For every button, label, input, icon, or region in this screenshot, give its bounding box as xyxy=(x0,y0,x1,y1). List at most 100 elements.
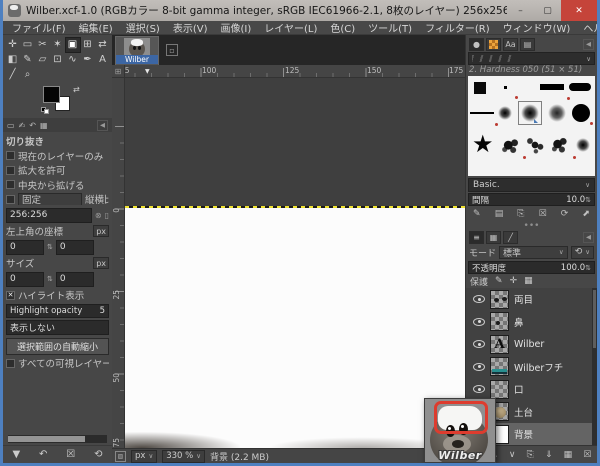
open-brush-icon[interactable]: ⬈ xyxy=(582,209,590,219)
brush-hardness-075[interactable] xyxy=(548,104,566,122)
image-tab-icon[interactable]: ▦ xyxy=(40,121,48,130)
quick-mask-toggle-icon[interactable]: ▨ xyxy=(115,451,126,462)
layer-row-wilber[interactable]: A Wilber xyxy=(466,333,597,356)
visibility-eye-icon[interactable] xyxy=(473,363,485,371)
option-highlight[interactable]: ✕ ハイライト表示 xyxy=(6,289,109,301)
paths-tool-icon[interactable]: ╱ xyxy=(6,68,20,82)
highlight-opacity-slider[interactable]: Highlight opacity 5 xyxy=(6,304,109,318)
size-y-input[interactable]: 0 xyxy=(56,272,94,287)
layer-row-eyes[interactable]: 両目 xyxy=(466,288,597,311)
menu-help[interactable]: ヘルプ(H) xyxy=(583,20,600,35)
refresh-brushes-icon[interactable]: ⟳ xyxy=(561,209,569,219)
bucket-fill-tool-icon[interactable]: ◧ xyxy=(6,53,20,67)
foreground-color-swatch[interactable] xyxy=(43,86,60,103)
undo-history-tab-icon[interactable]: ↶ xyxy=(29,121,36,130)
default-colors-icon[interactable] xyxy=(41,107,50,114)
portrait-landscape-icon[interactable]: ▯ xyxy=(105,211,109,220)
layer-opacity-slider[interactable]: 不透明度 100.0 ⇅ xyxy=(468,261,595,274)
lock-pixels-icon[interactable]: ✎ xyxy=(495,276,503,286)
tool-options-hscrollbar[interactable] xyxy=(8,435,107,443)
duplicate-brush-icon[interactable]: ⎘ xyxy=(517,209,524,219)
fuzzy-select-tool-icon[interactable]: ✶ xyxy=(51,38,65,52)
channels-tab[interactable]: ▦ xyxy=(486,231,501,244)
menu-tools[interactable]: ツール(T) xyxy=(368,20,412,35)
position-unit-dropdown[interactable]: px xyxy=(93,225,109,237)
menu-file[interactable]: ファイル(F) xyxy=(12,20,66,35)
viewport-rectangle[interactable] xyxy=(434,401,488,434)
smudge-tool-icon[interactable]: ∿ xyxy=(66,53,80,67)
position-y-input[interactable]: 0 xyxy=(56,240,94,255)
patterns-tab[interactable] xyxy=(486,38,501,51)
size-unit-dropdown[interactable]: px xyxy=(93,257,109,269)
dock-splitter[interactable]: ••• xyxy=(466,222,597,229)
guides-dropdown[interactable]: 表示しない xyxy=(6,320,109,335)
zoom-dropdown[interactable]: 330 %∨ xyxy=(162,450,205,463)
layer-thumbnail[interactable] xyxy=(490,312,509,331)
mode-dropdown[interactable]: 標準∨ xyxy=(499,246,568,259)
spinner-icon[interactable]: ⇅ xyxy=(47,275,53,283)
lock-position-icon[interactable]: ✛ xyxy=(510,276,518,286)
spinner-icon[interactable]: ⇅ xyxy=(585,264,591,272)
brush-bar-round[interactable] xyxy=(569,83,591,91)
new-view-icon[interactable]: ▫ xyxy=(166,44,178,56)
image-tab-wilber[interactable]: Wilber xyxy=(115,36,159,65)
save-preset-icon[interactable]: ▼ xyxy=(12,449,20,460)
visibility-eye-icon[interactable] xyxy=(473,318,485,326)
brush-star[interactable]: ★ xyxy=(472,132,494,156)
zoom-tool-icon[interactable]: ⌕ xyxy=(21,68,35,82)
document-history-tab[interactable]: ▤ xyxy=(520,38,535,51)
tool-options-tab-icon[interactable]: ▭ xyxy=(7,121,15,130)
brush-tag-filter[interactable]: ∨ xyxy=(468,52,595,65)
close-button[interactable]: ✕ xyxy=(561,0,597,21)
checkbox[interactable] xyxy=(6,195,15,204)
mode-switch-dropdown[interactable]: ⟲∨ xyxy=(571,246,594,259)
layers-tab[interactable]: ≡ xyxy=(469,231,484,244)
layer-thumbnail[interactable] xyxy=(490,380,509,399)
spinner-icon[interactable]: ⇅ xyxy=(585,196,591,204)
spinner-icon[interactable]: ⇅ xyxy=(47,243,53,251)
brush-splat[interactable] xyxy=(502,138,520,154)
eraser-tool-icon[interactable]: ▱ xyxy=(36,53,50,67)
layer-row-wilber-outline[interactable]: Wilberフチ xyxy=(466,356,597,379)
visibility-eye-icon[interactable] xyxy=(473,295,485,303)
swap-colors-icon[interactable]: ⇄ xyxy=(73,85,80,94)
menu-edit[interactable]: 編集(E) xyxy=(79,20,113,35)
scrollbar-thumb[interactable] xyxy=(8,436,85,442)
unit-dropdown[interactable]: px∨ xyxy=(131,450,157,463)
brush-soft-small[interactable] xyxy=(576,138,590,152)
clone-tool-icon[interactable]: ⊡ xyxy=(51,53,65,67)
brush-line[interactable] xyxy=(470,112,494,114)
lower-layer-icon[interactable]: ∨ xyxy=(509,450,516,460)
visibility-eye-icon[interactable] xyxy=(473,385,485,393)
menu-filters[interactable]: フィルター(R) xyxy=(425,20,490,35)
option-expand-from-center[interactable]: 中央から拡げる xyxy=(6,179,109,191)
scrollbar-thumb[interactable] xyxy=(593,290,596,348)
reset-tool-icon[interactable]: ⟲ xyxy=(94,449,102,460)
ruler-corner-icon[interactable]: ⊞ xyxy=(112,65,125,78)
pencil-tool-icon[interactable]: ✎ xyxy=(21,53,35,67)
auto-shrink-button[interactable]: 選択範囲の自動縮小 xyxy=(6,338,109,355)
configure-tab-icon[interactable]: ◀ xyxy=(583,232,594,243)
delete-preset-icon[interactable]: ☒ xyxy=(66,449,75,460)
restore-preset-icon[interactable]: ↶ xyxy=(39,449,47,460)
merge-layer-icon[interactable]: ⇓ xyxy=(545,450,553,460)
clear-icon[interactable]: ⊗ xyxy=(95,211,102,220)
free-select-tool-icon[interactable]: ✂ xyxy=(36,38,50,52)
menu-layer[interactable]: レイヤー(L) xyxy=(264,20,317,35)
size-x-input[interactable]: 0 xyxy=(6,272,44,287)
menu-windows[interactable]: ウィンドウ(W) xyxy=(503,20,571,35)
brush-tag-dropdown[interactable]: Basic. ∨ xyxy=(468,178,595,192)
edit-brush-icon[interactable]: ✎ xyxy=(473,209,481,219)
flip-tool-icon[interactable]: ⇄ xyxy=(96,38,110,52)
option-sample-merged[interactable]: すべての可視レイヤーを対象に xyxy=(6,357,109,369)
option-current-layer-only[interactable]: 現在のレイヤーのみ xyxy=(6,150,109,162)
layer-list-scrollbar[interactable] xyxy=(592,288,597,445)
brushes-tab[interactable]: ● xyxy=(469,38,484,51)
brush-grid[interactable]: ★ xyxy=(468,76,595,176)
menu-image[interactable]: 画像(I) xyxy=(221,20,252,35)
position-x-input[interactable]: 0 xyxy=(6,240,44,255)
maximize-button[interactable]: ▢ xyxy=(534,0,561,21)
brush-hardness-025[interactable] xyxy=(498,106,512,120)
text-tool-icon[interactable]: A xyxy=(96,53,110,67)
device-status-tab-icon[interactable]: ✍ xyxy=(19,121,26,130)
